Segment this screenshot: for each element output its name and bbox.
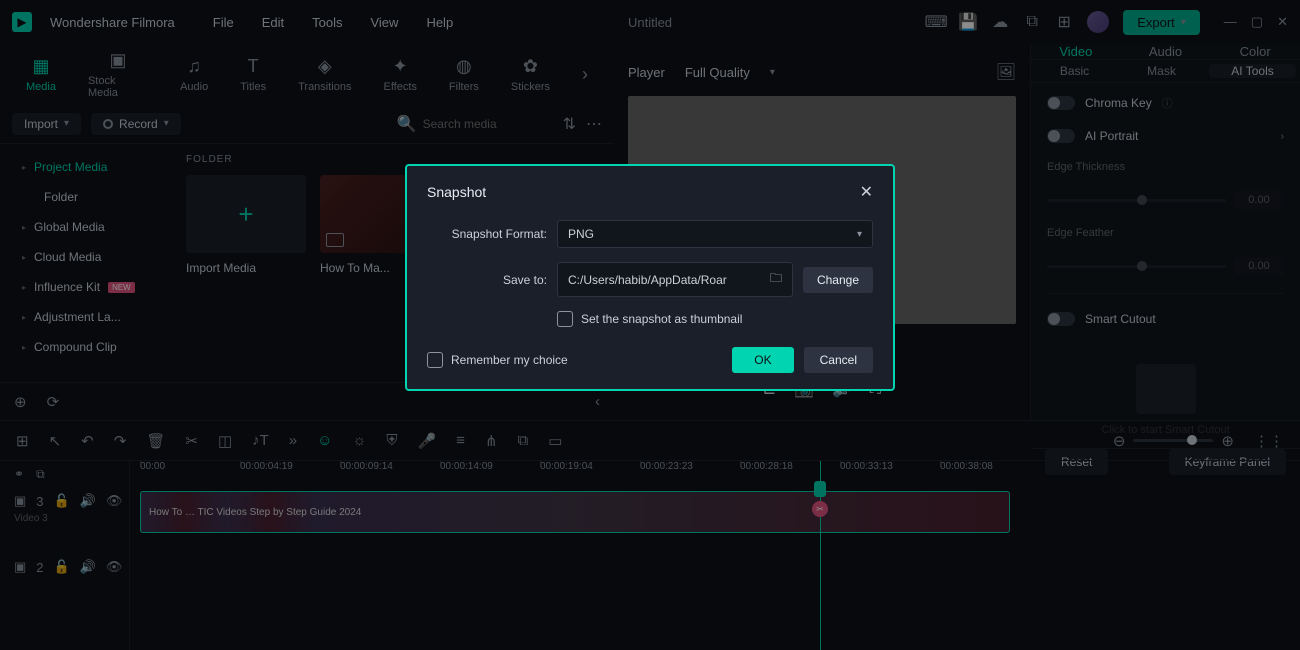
set-thumbnail-checkbox[interactable] (557, 311, 573, 327)
remember-label: Remember my choice (451, 353, 568, 367)
dialog-title: Snapshot (427, 184, 486, 200)
change-button[interactable]: Change (803, 267, 873, 293)
format-label: Snapshot Format: (427, 227, 547, 241)
save-to-label: Save to: (427, 273, 547, 287)
snapshot-dialog: Snapshot ✕ Snapshot Format: PNG▾ Save to… (405, 164, 895, 391)
modal-backdrop: Snapshot ✕ Snapshot Format: PNG▾ Save to… (0, 0, 1300, 650)
ok-button[interactable]: OK (732, 347, 793, 373)
save-path-field[interactable]: C:/Users/habib/AppData/Roar🗀 (557, 262, 793, 297)
folder-icon[interactable]: 🗀 (770, 269, 782, 290)
remember-checkbox[interactable] (427, 352, 443, 368)
cancel-button[interactable]: Cancel (804, 347, 873, 373)
close-dialog-button[interactable]: ✕ (860, 182, 873, 202)
set-thumbnail-label: Set the snapshot as thumbnail (581, 312, 742, 326)
format-select[interactable]: PNG▾ (557, 220, 873, 248)
